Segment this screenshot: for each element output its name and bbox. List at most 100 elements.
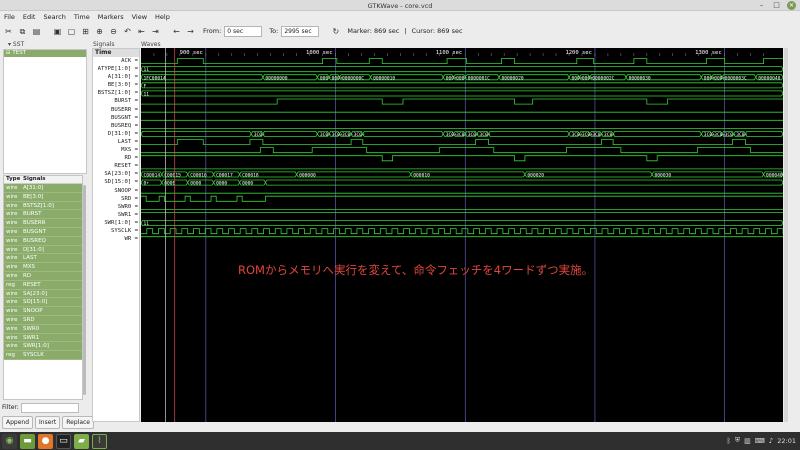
wave-signal-name[interactable]: ATYPE[1:0] = bbox=[93, 65, 139, 73]
signal-list-row[interactable]: wire SWR0 bbox=[4, 324, 82, 334]
wave-signal-name[interactable]: MXS = bbox=[93, 146, 139, 154]
wave-signal-name[interactable]: BUSREQ = bbox=[93, 122, 139, 130]
wave-signal-name[interactable]: BSTSZ[1:0] = bbox=[93, 89, 139, 97]
signal-list-row[interactable]: wire LAST bbox=[4, 254, 82, 264]
minimize-icon[interactable]: – bbox=[757, 1, 766, 10]
wave-signal-name[interactable]: SD[15:0] = bbox=[93, 178, 139, 186]
gtkwave-icon[interactable]: ⌇ bbox=[92, 433, 107, 449]
firefox-icon[interactable]: ● bbox=[38, 433, 53, 449]
wave-signal-name[interactable]: RD = bbox=[93, 154, 139, 162]
bluetooth-icon[interactable]: ᛒ bbox=[727, 437, 731, 445]
append-button[interactable]: Append bbox=[2, 416, 34, 429]
bus-segment bbox=[612, 131, 702, 137]
wave-signal-name[interactable]: A[31:0] = bbox=[93, 73, 139, 81]
wave-signal-name[interactable]: LAST = bbox=[93, 138, 139, 146]
signal-list-row[interactable]: wire BURST bbox=[4, 210, 82, 220]
waveform-scrollbar[interactable] bbox=[784, 48, 788, 422]
menu-time[interactable]: Time bbox=[74, 13, 90, 21]
menu-edit[interactable]: Edit bbox=[23, 13, 36, 21]
signal-list-row[interactable]: wire BSTSZ[1:0] bbox=[4, 201, 82, 211]
wave-signal-name[interactable]: D[31:0] = bbox=[93, 130, 139, 138]
clock[interactable]: 22:01 bbox=[777, 437, 796, 445]
close-icon[interactable]: ✕ bbox=[787, 1, 796, 10]
from-input[interactable]: 0 sec bbox=[224, 25, 263, 37]
signal-names-panel[interactable]: Time ACK = ATYPE[1:0] = A[31:0] = BE[3:0] =… bbox=[92, 48, 140, 422]
zoom-fit-icon[interactable]: ⊞ bbox=[80, 26, 91, 37]
waveform-viewer[interactable]: 900 sec 1000 sec 1100 sec 1200 sec 1300 sec 1… bbox=[141, 48, 783, 422]
wave-signal-name[interactable]: SYSCLK = bbox=[93, 227, 139, 235]
files-icon[interactable]: ▬ bbox=[20, 433, 35, 449]
signal-list-row[interactable]: wire BUSGNT bbox=[4, 227, 82, 237]
mint-menu-icon[interactable]: ◉ bbox=[2, 433, 17, 449]
select-all-icon[interactable]: ▣ bbox=[52, 26, 63, 37]
signal-list-row[interactable]: wire A[31:0] bbox=[4, 184, 82, 193]
paste-icon[interactable]: ▤ bbox=[31, 26, 42, 37]
signal-list-row[interactable]: wire SWR1 bbox=[4, 333, 82, 343]
zoom-in-icon[interactable]: ⊕ bbox=[94, 26, 105, 37]
zoom-begin-icon[interactable]: ⇤ bbox=[136, 26, 147, 37]
wave-signal-name[interactable]: SA[23:0] = bbox=[93, 170, 139, 178]
signal-list-row[interactable]: wire BUSERR bbox=[4, 219, 82, 228]
filter-input[interactable] bbox=[20, 402, 79, 413]
to-input[interactable]: 2995 sec bbox=[281, 25, 320, 37]
signal-type-list[interactable]: Type Signals wire A[31:0] wire BE[3:0] wire B… bbox=[3, 175, 83, 400]
reload-icon[interactable]: ↻ bbox=[330, 26, 341, 37]
maximize-icon[interactable]: □ bbox=[772, 1, 781, 10]
wave-signal-name[interactable]: ACK = bbox=[93, 57, 139, 65]
waveform-canvas[interactable]: 900 sec 1000 sec 1100 sec 1200 sec 1300 sec 1… bbox=[141, 48, 783, 422]
wave-signal-name[interactable]: SWR[1:0] = bbox=[93, 219, 139, 227]
signal-list-row[interactable]: reg SYSCLK bbox=[4, 351, 82, 360]
wave-signal-name[interactable]: BE[3:0] = bbox=[93, 81, 139, 89]
signal-list-row[interactable]: wire SWR[1:0] bbox=[4, 342, 82, 352]
find-next-edge-icon[interactable]: → bbox=[185, 26, 196, 37]
wave-signal-name[interactable]: WR = bbox=[93, 235, 139, 243]
signal-list-row[interactable]: wire SNOOP bbox=[4, 307, 82, 316]
signal-list-row[interactable]: wire MXS bbox=[4, 263, 82, 272]
signal-list-row[interactable]: wire RD bbox=[4, 271, 82, 281]
signal-list-row[interactable]: reg RESET bbox=[4, 280, 82, 290]
wave-signal-name[interactable]: RESET = bbox=[93, 162, 139, 170]
copy-icon[interactable]: ⧉ bbox=[17, 26, 28, 37]
sst-item-test[interactable]: ⊟ TEST bbox=[4, 50, 86, 57]
signals-column-header[interactable]: Signals bbox=[23, 176, 46, 183]
signal-list-row[interactable]: wire BUSREQ bbox=[4, 236, 82, 246]
menu-file[interactable]: File bbox=[4, 13, 15, 21]
wave-signal-name[interactable]: SRD = bbox=[93, 195, 139, 203]
wave-signal-name[interactable]: BURST = bbox=[93, 97, 139, 105]
signal-list-row[interactable]: wire SRD bbox=[4, 315, 82, 325]
sst-label[interactable]: ▾ SST bbox=[2, 41, 88, 49]
menu-markers[interactable]: Markers bbox=[98, 13, 124, 21]
network-icon[interactable]: ⌨ bbox=[755, 437, 765, 445]
wave-signal-name[interactable]: SNOOP = bbox=[93, 187, 139, 195]
insert-button[interactable]: Insert bbox=[35, 416, 61, 429]
wave-signal-name[interactable]: BUSERR = bbox=[93, 106, 139, 114]
signal-list-header: Type Signals bbox=[4, 176, 82, 184]
clipboard-icon[interactable]: ▥ bbox=[744, 437, 751, 445]
cut-icon[interactable]: ✂ bbox=[3, 26, 14, 37]
type-column-header[interactable]: Type bbox=[4, 176, 23, 183]
zoom-end-icon[interactable]: ⇥ bbox=[150, 26, 161, 37]
wave-signal-name[interactable]: SWR1 = bbox=[93, 211, 139, 219]
select-none-icon[interactable]: ▢ bbox=[66, 26, 77, 37]
annotation-text: ROMからメモリへ実行を変えて、命令フェッチを4ワードずつ実施。 bbox=[238, 263, 594, 277]
menu-search[interactable]: Search bbox=[43, 13, 65, 21]
zoom-out-icon[interactable]: ⊖ bbox=[108, 26, 119, 37]
signal-list-row[interactable]: wire SA[23:0] bbox=[4, 289, 82, 299]
signal-list-row[interactable]: wire BE[3:0] bbox=[4, 192, 82, 202]
signal-list-row[interactable]: wire SD[15:0] bbox=[4, 298, 82, 308]
volume-icon[interactable]: ♪ bbox=[769, 437, 773, 445]
sst-tree[interactable]: ⊟ TEST bbox=[3, 49, 87, 174]
menu-view[interactable]: View bbox=[132, 13, 147, 21]
signal-list-row[interactable]: wire D[31:0] bbox=[4, 245, 82, 255]
replace-button[interactable]: Replace bbox=[62, 416, 94, 429]
update-icon[interactable]: ⛨ bbox=[735, 436, 740, 445]
folder-icon[interactable]: ▰ bbox=[74, 433, 89, 449]
terminal-icon[interactable]: ▭ bbox=[56, 433, 71, 449]
undo-zoom-icon[interactable]: ↶ bbox=[122, 26, 133, 37]
find-prev-edge-icon[interactable]: ← bbox=[171, 26, 182, 37]
signal-list-scrollbar[interactable] bbox=[83, 185, 86, 395]
signal-trace bbox=[141, 147, 783, 154]
wave-signal-name[interactable]: SWR0 = bbox=[93, 203, 139, 211]
wave-signal-name[interactable]: BUSGNT = bbox=[93, 114, 139, 122]
menu-help[interactable]: Help bbox=[155, 13, 170, 21]
